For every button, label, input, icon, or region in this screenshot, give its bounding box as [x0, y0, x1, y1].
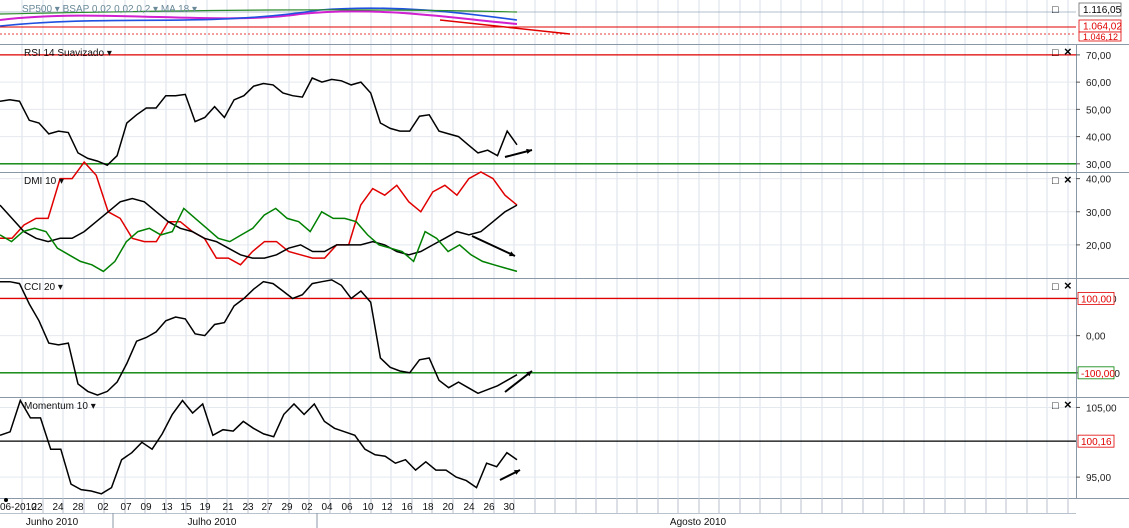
- panel-label-cci[interactable]: CCI 20 ▾: [24, 282, 63, 293]
- x-tick-label: 30: [503, 502, 515, 513]
- panel-cci: 100,000,00-100,00100,00-100,00CCI 20 ▾□×: [0, 278, 1129, 397]
- y-tick-label: 20,00: [1086, 241, 1111, 252]
- x-tick-label: 12: [381, 502, 393, 513]
- y-tick-label: 50,00: [1086, 105, 1111, 116]
- price-tag-low: 1.046,12: [1078, 31, 1122, 42]
- x-tick-label: 13: [161, 502, 173, 513]
- x-month-label: Junho 2010: [26, 517, 79, 528]
- y-tick-label: 70,00: [1086, 51, 1111, 62]
- x-tick-label: 27: [261, 502, 273, 513]
- y-tick-label: 95,00: [1086, 473, 1111, 484]
- y-tick-label: 40,00: [1086, 133, 1111, 144]
- panel-label-momentum[interactable]: Momentum 10 ▾: [24, 401, 96, 412]
- x-axis: 06-201022 24 28 02 07 09 13 15 19 21 23 27 29 02 04 06 1…: [0, 498, 1129, 528]
- x-month-label: Julho 2010: [188, 517, 237, 528]
- svg-text:1.116,05: 1.116,05: [1083, 5, 1122, 16]
- x-tick-label: 21: [222, 502, 234, 513]
- x-tick-label: 09: [140, 502, 152, 513]
- x-tick-label: 02: [97, 502, 109, 513]
- panel-maximize-icon[interactable]: □: [1052, 47, 1059, 59]
- panel-momentum: 105,00 95,00 100,16 Momentum 10 ▾ □ ×: [0, 397, 1129, 498]
- y-tick-label: 30,00: [1086, 208, 1111, 219]
- x-tick-label: 04: [321, 502, 333, 513]
- x-tick-label: 07: [120, 502, 132, 513]
- svg-text:1.046,12: 1.046,12: [1083, 32, 1118, 42]
- x-tick-label: 06: [341, 502, 353, 513]
- panel-close-icon[interactable]: ×: [1064, 44, 1072, 59]
- panel-close-icon[interactable]: ×: [1064, 172, 1072, 187]
- panel-maximize-icon[interactable]: □: [1052, 175, 1059, 187]
- x-tick-label: 02: [301, 502, 313, 513]
- value-tag: -100,00: [1081, 369, 1115, 380]
- price-tag-top: 1.116,05: [1078, 2, 1122, 17]
- x-tick-label: 20: [442, 502, 454, 513]
- panel-maximize-icon[interactable]: □: [1052, 400, 1059, 412]
- x-tick-label: 24: [463, 502, 475, 513]
- price-strip-header[interactable]: SP500 ▾ BSAP 0,02 0,02 0,2 ▾ MA 18 ▾: [22, 4, 197, 15]
- x-month-label: Agosto 2010: [670, 517, 727, 528]
- value-tag: 100,16: [1081, 437, 1112, 448]
- panel-close-icon[interactable]: ×: [1064, 278, 1072, 293]
- y-tick-label: 30,00: [1086, 160, 1111, 171]
- panel-rsi: 70,00 60,00 50,00 40,00 30,00 RSI 14 Suavizad…: [0, 44, 1129, 172]
- price-strip: SP500 ▾ BSAP 0,02 0,02 0,2 ▾ MA 18 ▾: [0, 0, 1076, 44]
- y-tick-label: 0,00: [1086, 332, 1106, 343]
- panel-label-dmi[interactable]: DMI 10 ▾: [24, 176, 64, 187]
- y-tick-label: 40,00: [1086, 175, 1111, 186]
- panel-close-icon[interactable]: ×: [1064, 397, 1072, 412]
- price-tag-mid: 1.064,02: [1078, 19, 1122, 33]
- x-tick-label: 16: [401, 502, 413, 513]
- x-tick-label: 29: [281, 502, 293, 513]
- y-tick-label: 105,00: [1086, 403, 1117, 414]
- strip-maximize-icon[interactable]: □: [1052, 4, 1059, 16]
- svg-text:1.064,02: 1.064,02: [1083, 22, 1122, 33]
- x-tick-label: 10: [362, 502, 374, 513]
- panel-label-rsi[interactable]: RSI 14 Suavizado ▾: [24, 48, 112, 59]
- x-tick-label: 18: [422, 502, 434, 513]
- x-tick-label: 19: [199, 502, 211, 513]
- chart-canvas: SP500 ▾ BSAP 0,02 0,02 0,2 ▾ MA 18 ▾ 1.1…: [0, 0, 1129, 528]
- x-tick-label: 15: [180, 502, 192, 513]
- panel-dmi: 40,00 30,00 20,00 DMI 10 ▾ □ ×: [0, 160, 1129, 278]
- x-tick-label: 23: [242, 502, 254, 513]
- x-tick-label: 28: [72, 502, 84, 513]
- x-tick-label: 26: [483, 502, 495, 513]
- x-tick-label: 22: [31, 502, 43, 513]
- panel-maximize-icon[interactable]: □: [1052, 281, 1059, 293]
- y-tick-label: 60,00: [1086, 78, 1111, 89]
- x-tick-label: 24: [52, 502, 64, 513]
- value-tag: 100,00: [1081, 294, 1112, 305]
